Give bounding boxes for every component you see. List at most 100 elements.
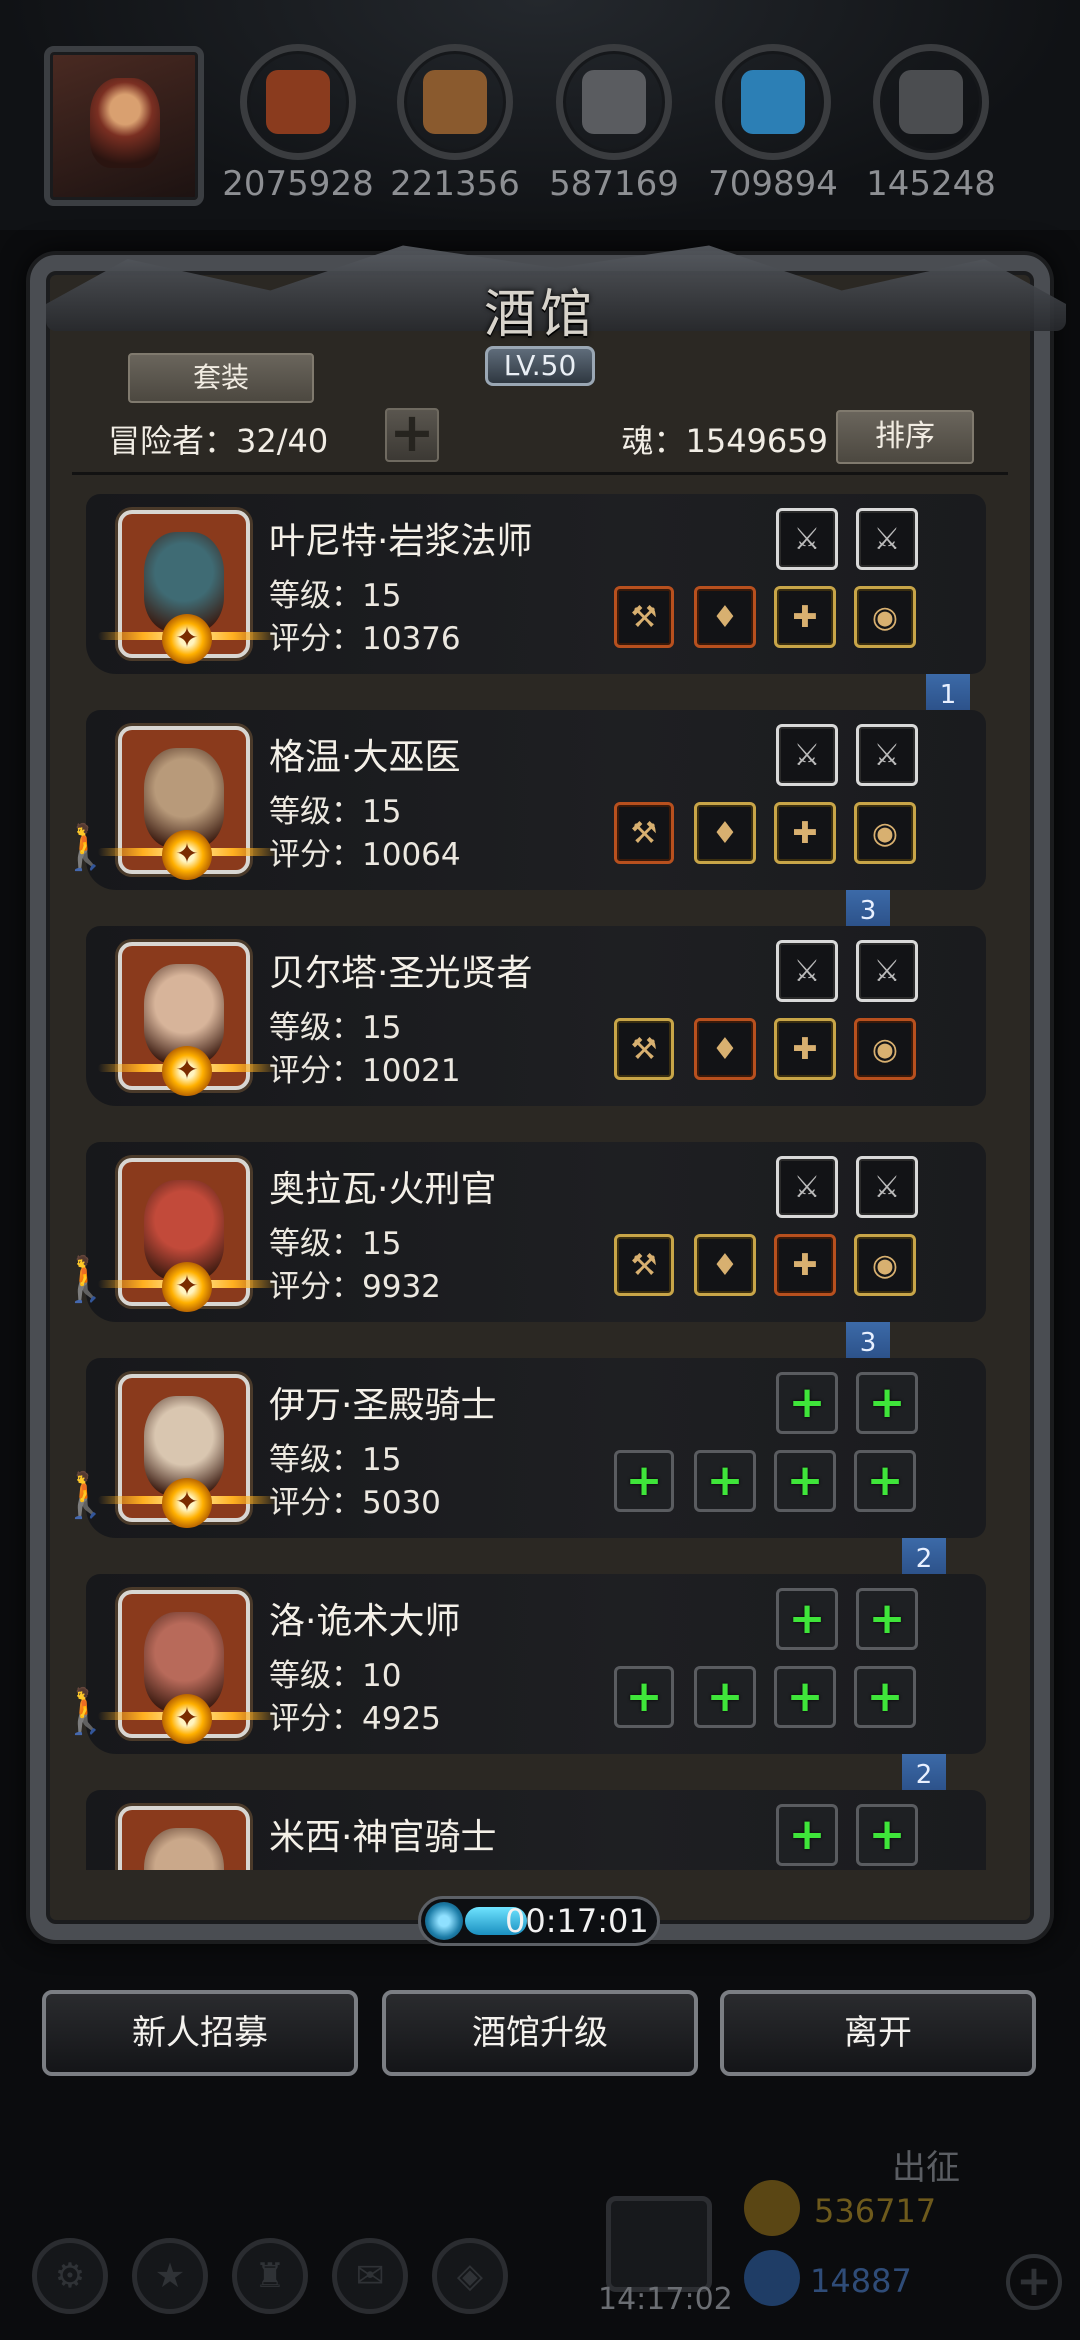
equipment-slot[interactable]: ⚒ <box>614 1018 674 1080</box>
plus-icon: + <box>866 1671 904 1722</box>
gem-value: 14887 <box>810 2262 912 2300</box>
guild-icon[interactable]: ♜ <box>232 2238 308 2314</box>
equipment-slot[interactable]: ◉ <box>854 1234 916 1296</box>
equipment-icon: ♦ <box>711 1247 739 1283</box>
walking-icon: 🚶 <box>58 1254 113 1305</box>
hero-row[interactable]: ✦ 叶尼特·岩浆法师 等级：15 评分：10376 ⚔ ⚔ ⚒ ♦ ✚ ◉ <box>86 494 986 674</box>
equipment-slot[interactable]: + <box>856 1372 918 1434</box>
equipment-slot[interactable]: ⚔ <box>856 940 918 1002</box>
resource-value: 145248 <box>866 164 996 204</box>
plus-icon: + <box>389 401 435 464</box>
hero-score: 评分：9932 <box>269 1269 441 1305</box>
hero-score: 评分：4925 <box>269 1701 441 1737</box>
equipment-slot[interactable]: + <box>614 1450 674 1512</box>
hero-row[interactable]: ✦ 🚶 格温·大巫医 等级：15 评分：10064 ⚔ ⚔ ⚒ ♦ ✚ ◉ <box>58 710 986 890</box>
equipment-slot[interactable]: + <box>856 1804 918 1866</box>
hero-score: 评分：10064 <box>269 837 461 873</box>
equipment-slot[interactable]: + <box>854 1450 916 1512</box>
leave-button[interactable]: 离开 <box>720 1990 1036 2076</box>
hero-row[interactable]: ✦ 🚶 洛·诡术大师 等级：10 评分：4925 + + + + + + <box>58 1574 986 1754</box>
equipment-slot[interactable]: ⚒ <box>614 1234 674 1296</box>
sort-button[interactable]: 排序 <box>836 410 974 464</box>
shop-icon[interactable]: ◈ <box>432 2238 508 2314</box>
recruit-button[interactable]: 新人招募 <box>42 1990 358 2076</box>
equipment-slot[interactable]: ⚔ <box>776 940 838 1002</box>
hero-name: 奥拉瓦·火刑官 <box>269 1169 497 1210</box>
set-button[interactable]: 套装 <box>128 353 314 403</box>
plus-icon: + <box>788 1593 826 1644</box>
equipment-slot[interactable]: ✚ <box>774 1234 836 1296</box>
equipment-slot[interactable]: ◉ <box>854 1018 916 1080</box>
equipment-slot[interactable]: ♦ <box>694 1234 756 1296</box>
plus-icon: + <box>625 1455 663 1506</box>
hero-row[interactable]: ✦ 🚶 奥拉瓦·火刑官 等级：15 评分：9932 ⚔ ⚔ ⚒ ♦ ✚ ◉ <box>58 1142 986 1322</box>
equipment-slot[interactable]: ◉ <box>854 802 916 864</box>
equipment-slot[interactable]: + <box>694 1450 756 1512</box>
equipment-icon: ⚔ <box>873 1169 901 1205</box>
hero-score: 评分：10376 <box>269 621 461 657</box>
equipment-icon: ♦ <box>711 1031 739 1067</box>
equipment-slot[interactable]: + <box>776 1372 838 1434</box>
equipment-slot[interactable]: ♦ <box>694 1018 756 1080</box>
equipment-icon: ✚ <box>792 599 818 635</box>
resource-value: 587169 <box>549 164 679 204</box>
equipment-slot[interactable]: ⚔ <box>776 724 838 786</box>
equipment-slot[interactable]: ⚔ <box>776 1156 838 1218</box>
hero-portrait[interactable] <box>118 1806 250 1870</box>
hero-list[interactable]: ✦ 叶尼特·岩浆法师 等级：15 评分：10376 ⚔ ⚔ ⚒ ♦ ✚ ◉ 1 ✦ 🚶 格温·大巫医 等级：… <box>56 480 1026 1870</box>
upgrade-tavern-button[interactable]: 酒馆升级 <box>382 1990 698 2076</box>
equipment-slot[interactable]: ⚔ <box>856 1156 918 1218</box>
hero-row[interactable]: ✦ 贝尔塔·圣光贤者等级：15 评分：10021 ⚔ ⚔ ⚒ ♦ ✚ ◉ <box>86 926 986 1106</box>
equipment-slot[interactable]: ⚒ <box>614 586 674 648</box>
equipment-slot[interactable]: ✚ <box>774 586 836 648</box>
adventurer-count: 冒险者：32/40 <box>108 422 329 460</box>
wood-icon <box>397 44 513 160</box>
tavern-title: 酒馆 <box>483 285 596 345</box>
hero-name: 伊万·圣殿骑士 <box>269 1385 497 1426</box>
resource-crystal[interactable]: 709894 <box>708 44 838 204</box>
equipment-slot[interactable]: ✚ <box>774 1018 836 1080</box>
plus-icon: + <box>788 1377 826 1428</box>
equipment-slot[interactable]: + <box>694 1666 756 1728</box>
hero-row[interactable]: ✦米西·神官骑士++ <box>86 1790 986 1870</box>
hero-menu-icon[interactable]: ★ <box>132 2238 208 2314</box>
equipment-slot[interactable]: + <box>854 1666 916 1728</box>
add-currency-icon[interactable]: + <box>1006 2254 1062 2310</box>
equipment-slot[interactable]: ✚ <box>774 802 836 864</box>
equipment-slot[interactable]: + <box>776 1804 838 1866</box>
hero-row[interactable]: ✦ 🚶 伊万·圣殿骑士 等级：15 评分：5030 + + + + + + <box>58 1358 986 1538</box>
clock-icon <box>425 1902 463 1940</box>
equipment-slot[interactable]: + <box>856 1588 918 1650</box>
sortie-label[interactable]: 出征 <box>892 2140 960 2189</box>
equipment-slot[interactable]: ⚔ <box>776 508 838 570</box>
resource-iron[interactable]: 587169 <box>549 44 679 204</box>
equipment-slot[interactable]: + <box>774 1450 836 1512</box>
hero-level: 等级：10 <box>269 1658 402 1694</box>
rank-emblem-icon: ✦ <box>162 1046 212 1096</box>
equipment-slot[interactable]: ⚔ <box>856 508 918 570</box>
equipment-slot[interactable]: ⚒ <box>614 802 674 864</box>
equipment-slot[interactable]: ⚔ <box>856 724 918 786</box>
hero-level: 等级：15 <box>269 1010 402 1046</box>
meat-icon <box>240 44 356 160</box>
hero-name: 贝尔塔·圣光贤者 <box>269 953 533 994</box>
equipment-slot[interactable]: ◉ <box>854 586 916 648</box>
equipment-icon: ✚ <box>792 1247 818 1283</box>
player-avatar[interactable] <box>44 46 204 206</box>
equipment-icon: ◉ <box>871 599 899 635</box>
resource-value: 221356 <box>390 164 520 204</box>
equipment-slot[interactable]: ♦ <box>694 802 756 864</box>
resource-stone[interactable]: 145248 <box>866 44 996 204</box>
hero-score: 评分：10021 <box>269 1053 461 1089</box>
settings-icon[interactable]: ⚙ <box>32 2238 108 2314</box>
equipment-slot[interactable]: + <box>774 1666 836 1728</box>
equipment-slot[interactable]: + <box>614 1666 674 1728</box>
equipment-slot[interactable]: + <box>776 1588 838 1650</box>
mail-icon[interactable]: ✉ <box>332 2238 408 2314</box>
add-slot-button[interactable]: + <box>385 406 439 462</box>
resource-wood[interactable]: 221356 <box>390 44 520 204</box>
soul-count: 魂：1549659 <box>621 422 828 460</box>
chest-icon[interactable] <box>606 2196 712 2292</box>
equipment-slot[interactable]: ♦ <box>694 586 756 648</box>
resource-meat[interactable]: 2075928 <box>222 44 374 204</box>
